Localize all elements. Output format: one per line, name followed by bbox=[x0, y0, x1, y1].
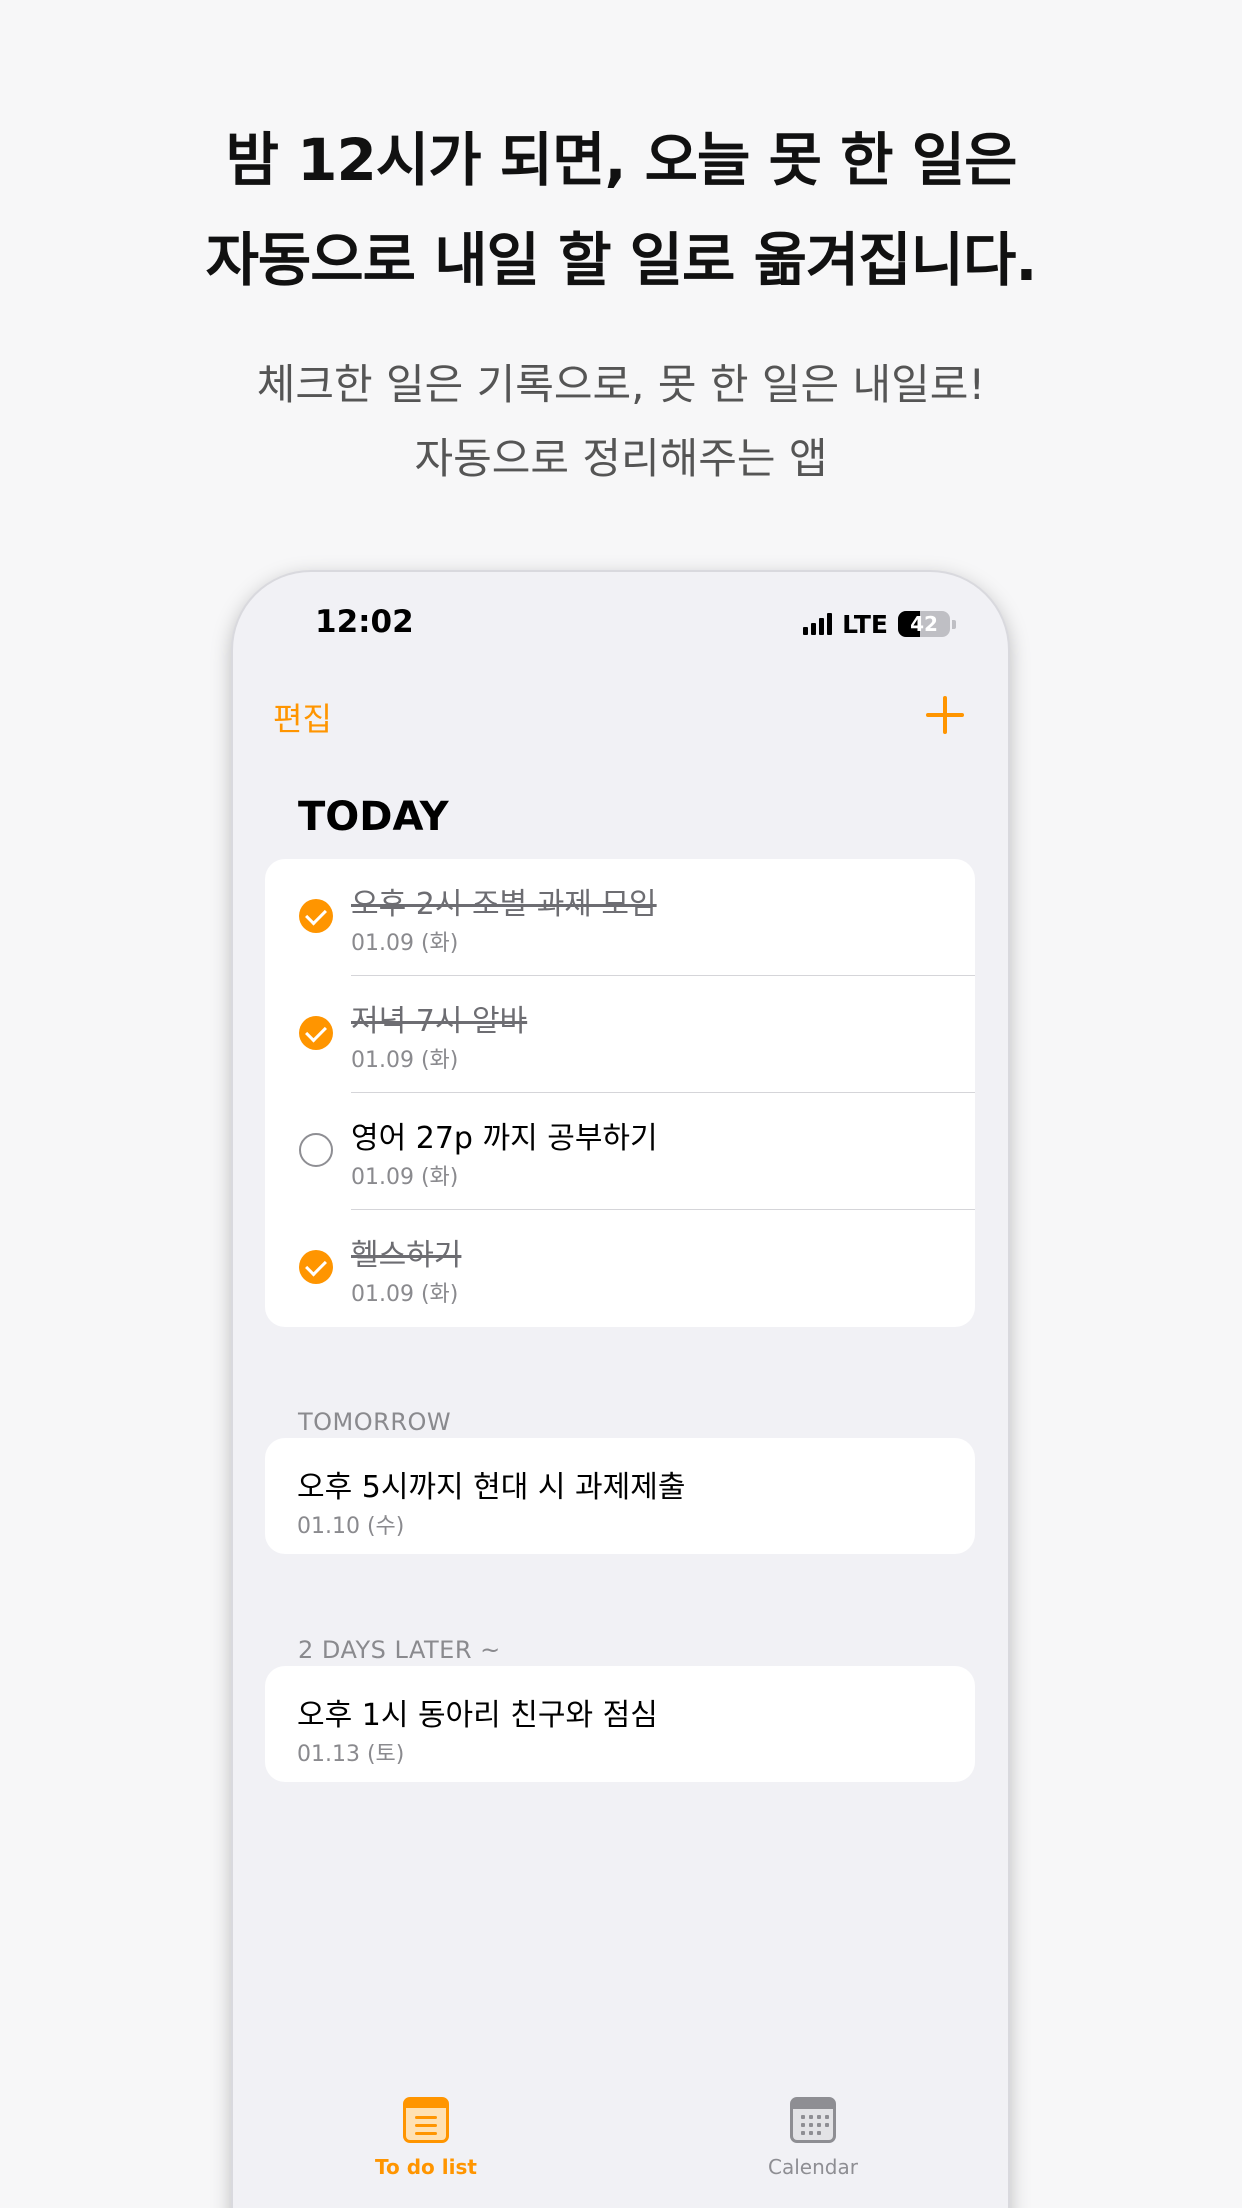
task-date: 01.09 (화) bbox=[351, 1282, 459, 1307]
tab-label: To do list bbox=[375, 2155, 477, 2179]
today-list: 오후 2시 조별 과제 모임 01.09 (화) 저녁 7시 알바 01.09 … bbox=[265, 859, 975, 1327]
section-title-later: 2 DAYS LATER ~ bbox=[298, 1636, 501, 1664]
edit-button[interactable]: 편집 bbox=[273, 694, 332, 740]
subheadline: 체크한 일은 기록으로, 못 한 일은 내일로! 자동으로 정리해주는 앱 bbox=[0, 348, 1242, 496]
task-title: 오후 1시 동아리 친구와 점심 bbox=[297, 1698, 658, 1733]
list-item[interactable]: 저녁 7시 알바 01.09 (화) bbox=[265, 976, 975, 1093]
headline: 밤 12시가 되면, 오늘 못 한 일은 자동으로 내일 할 일로 옮겨집니다. bbox=[0, 110, 1242, 310]
network-label: LTE bbox=[842, 609, 888, 639]
list-item[interactable]: 오후 1시 동아리 친구와 점심 01.13 (토) bbox=[265, 1666, 975, 1782]
task-date: 01.09 (화) bbox=[351, 1165, 459, 1190]
task-title: 저녁 7시 알바 bbox=[351, 1004, 528, 1039]
task-date: 01.09 (화) bbox=[351, 1048, 459, 1073]
task-title: 헬스하기 bbox=[351, 1238, 462, 1273]
task-date: 01.09 (화) bbox=[351, 931, 459, 956]
phone-mockup: 12:02 LTE 42 편집 TODAY 오후 2시 조별 과제 모임 01.… bbox=[233, 572, 1008, 2208]
tab-todo-list[interactable]: To do list bbox=[326, 2097, 526, 2179]
checked-circle-icon[interactable] bbox=[299, 899, 333, 933]
list-item[interactable]: 오후 2시 조별 과제 모임 01.09 (화) bbox=[265, 859, 975, 976]
calendar-icon bbox=[790, 2097, 836, 2143]
status-indicators: LTE 42 bbox=[803, 608, 956, 640]
status-time: 12:02 bbox=[315, 604, 414, 640]
battery-tip bbox=[952, 619, 956, 629]
task-date: 01.10 (수) bbox=[297, 1514, 405, 1539]
signal-icon bbox=[803, 613, 833, 635]
tab-label: Calendar bbox=[768, 2155, 858, 2179]
subheadline-line-2: 자동으로 정리해주는 앱 bbox=[414, 434, 828, 483]
checked-circle-icon[interactable] bbox=[299, 1250, 333, 1284]
checked-circle-icon[interactable] bbox=[299, 1016, 333, 1050]
task-title: 오후 5시까지 현대 시 과제제출 bbox=[297, 1470, 686, 1505]
empty-circle-icon[interactable] bbox=[299, 1133, 333, 1167]
task-title: 영어 27p 까지 공부하기 bbox=[351, 1121, 658, 1156]
tab-calendar[interactable]: Calendar bbox=[713, 2097, 913, 2179]
list-item[interactable]: 오후 5시까지 현대 시 과제제출 01.10 (수) bbox=[265, 1438, 975, 1554]
list-item[interactable]: 헬스하기 01.09 (화) bbox=[265, 1210, 975, 1327]
headline-line-1: 밤 12시가 되면, 오늘 못 한 일은 bbox=[225, 126, 1018, 194]
later-list: 오후 1시 동아리 친구와 점심 01.13 (토) bbox=[265, 1666, 975, 1782]
battery-level: 42 bbox=[910, 612, 938, 636]
task-date: 01.13 (토) bbox=[297, 1742, 405, 1767]
list-item[interactable]: 영어 27p 까지 공부하기 01.09 (화) bbox=[265, 1093, 975, 1210]
headline-line-2: 자동으로 내일 할 일로 옮겨집니다. bbox=[205, 226, 1038, 294]
plus-icon[interactable] bbox=[924, 694, 966, 736]
tomorrow-list: 오후 5시까지 현대 시 과제제출 01.10 (수) bbox=[265, 1438, 975, 1554]
list-icon bbox=[403, 2097, 449, 2143]
promo-screen: 밤 12시가 되면, 오늘 못 한 일은 자동으로 내일 할 일로 옮겨집니다.… bbox=[0, 0, 1242, 2208]
section-title-today: TODAY bbox=[298, 794, 449, 840]
task-title: 오후 2시 조별 과제 모임 bbox=[351, 887, 657, 922]
battery-icon: 42 bbox=[898, 611, 950, 637]
section-title-tomorrow: TOMORROW bbox=[298, 1408, 452, 1436]
subheadline-line-1: 체크한 일은 기록으로, 못 한 일은 내일로! bbox=[256, 360, 986, 409]
